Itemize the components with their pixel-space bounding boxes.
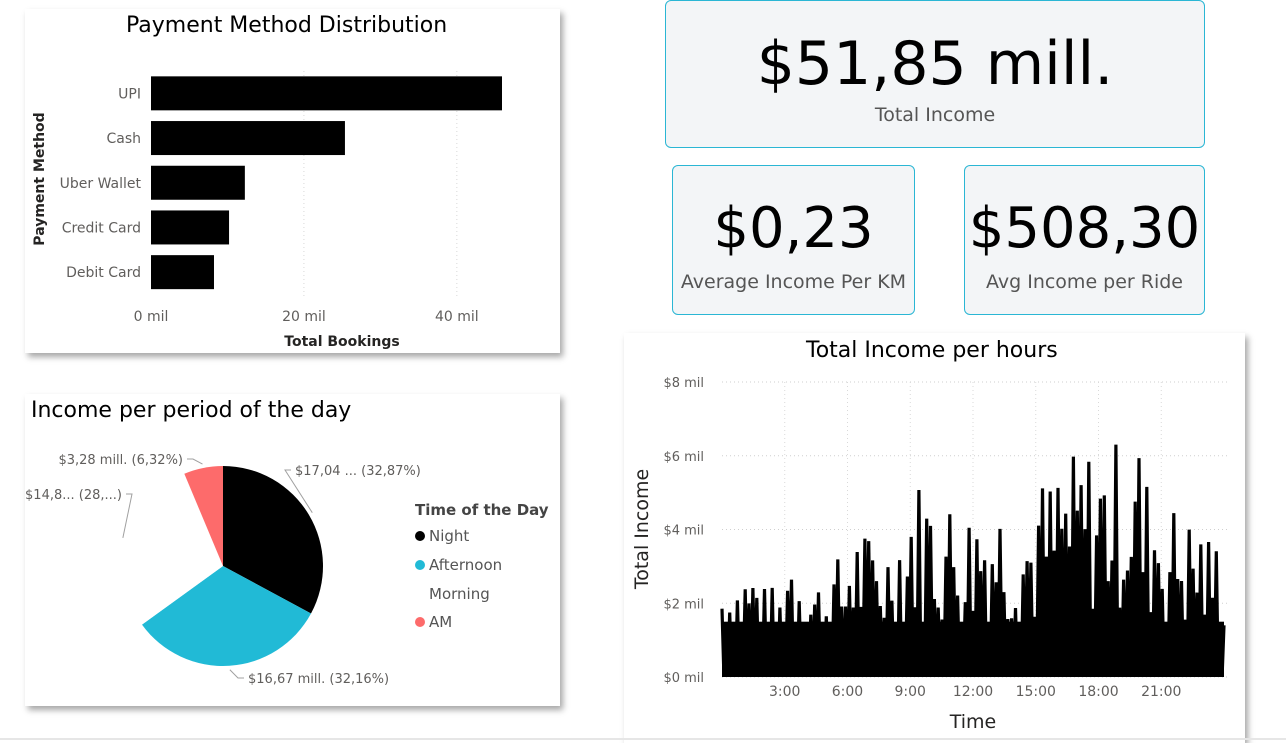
bar-category-label: Credit Card xyxy=(62,220,141,236)
line-y-tick-label: $6 mil xyxy=(663,450,704,465)
avg-income-km-label: Average Income Per KM xyxy=(680,271,907,293)
income-per-hours-chart-card[interactable]: Total Income per hours $0 mil $2 mil $4 mi… xyxy=(624,333,1245,743)
line-y-axis-title: Total Income xyxy=(631,469,653,590)
bar-x-tick-label: 0 mil xyxy=(134,309,169,325)
line-x-tick-label: 21:00 xyxy=(1141,684,1181,700)
legend-afternoon-label: Afternoon xyxy=(429,556,503,574)
legend-item-am[interactable]: AM xyxy=(415,613,452,631)
legend-item-morning[interactable]: Morning xyxy=(415,585,490,603)
avg-income-ride-card[interactable]: $508,30 Avg Income per Ride xyxy=(964,165,1205,315)
pie-label-morning: $14,8... (28,...) xyxy=(25,488,122,503)
payment-bar xyxy=(151,165,245,200)
bar-x-axis-title: Total Bookings xyxy=(284,334,399,350)
payment-bar xyxy=(151,76,502,111)
payment-bar xyxy=(151,121,345,156)
bar-y-axis-title: Payment Method xyxy=(32,112,48,245)
bar-x-tick-label: 40 mil xyxy=(435,309,479,325)
total-income-value: $51,85 mill. xyxy=(756,29,1114,99)
legend-morning-label: Morning xyxy=(429,585,490,603)
line-x-tick-label: 12:00 xyxy=(953,684,993,700)
line-x-tick-label: 18:00 xyxy=(1078,684,1118,700)
pie-leader-line xyxy=(187,458,203,465)
pie-label-am: $3,28 mill. (6,32%) xyxy=(58,453,183,468)
payment-method-chart-card[interactable]: Payment Method Distribution 0 mil 20 mil 4… xyxy=(25,9,560,353)
avg-income-ride-label: Avg Income per Ride xyxy=(985,271,1183,293)
total-income-label: Total Income xyxy=(874,104,996,126)
legend-afternoon-swatch xyxy=(415,560,425,570)
pie-label-afternoon: $16,67 mill. (32,16%) xyxy=(248,672,389,687)
line-x-tick-label: 3:00 xyxy=(769,684,800,700)
income-hours-line-chart: $0 mil $2 mil $4 mil $6 mil $8 mil 3:00 6:00 9:… xyxy=(631,376,1230,733)
legend-am-label: AM xyxy=(429,613,453,631)
avg-income-ride-value: $508,30 xyxy=(968,196,1201,261)
line-y-tick-label: $2 mil xyxy=(663,597,704,612)
line-y-tick-label: $0 mil xyxy=(663,671,704,686)
legend-morning-swatch xyxy=(415,589,425,599)
line-y-tick-label: $8 mil xyxy=(663,376,704,391)
line-y-tick-label: $4 mil xyxy=(663,524,704,539)
line-x-axis-title: Time xyxy=(949,711,997,733)
payment-bar xyxy=(151,255,214,290)
legend-night-swatch xyxy=(415,531,425,541)
income-hours-series-base xyxy=(722,621,1224,677)
bar-x-tick-label: 20 mil xyxy=(282,309,326,325)
pie-legend-title: Time of the Day xyxy=(415,501,549,519)
legend-item-night[interactable]: Night xyxy=(415,527,469,545)
income-period-pie: $17,04 ... (32,87%) $16,67 mill. (32,16%)… xyxy=(25,453,421,687)
total-income-card[interactable]: $51,85 mill. Total Income xyxy=(665,0,1205,148)
legend-am-swatch xyxy=(415,617,425,627)
avg-income-km-card[interactable]: $0,23 Average Income Per KM xyxy=(672,165,915,315)
pie-leader-line xyxy=(229,669,244,679)
bar-category-label: Uber Wallet xyxy=(60,176,142,192)
line-x-tick-label: 6:00 xyxy=(832,684,863,700)
income-period-chart-card[interactable]: Income per period of the day $17,04 ... … xyxy=(25,394,560,706)
pie-label-night: $17,04 ... (32,87%) xyxy=(295,464,421,479)
payment-bar-chart: 0 mil 20 mil 40 mil UPI Cash Uber Wallet Credi… xyxy=(32,71,502,350)
line-x-tick-label: 9:00 xyxy=(895,684,926,700)
legend-night-label: Night xyxy=(429,527,470,545)
bar-category-label: UPI xyxy=(118,86,141,102)
bar-category-label: Debit Card xyxy=(66,265,141,281)
legend-item-afternoon[interactable]: Afternoon xyxy=(415,556,502,574)
payment-bar xyxy=(151,210,230,245)
bar-category-label: Cash xyxy=(106,131,141,147)
avg-income-km-value: $0,23 xyxy=(713,196,874,261)
line-x-tick-label: 15:00 xyxy=(1016,684,1056,700)
